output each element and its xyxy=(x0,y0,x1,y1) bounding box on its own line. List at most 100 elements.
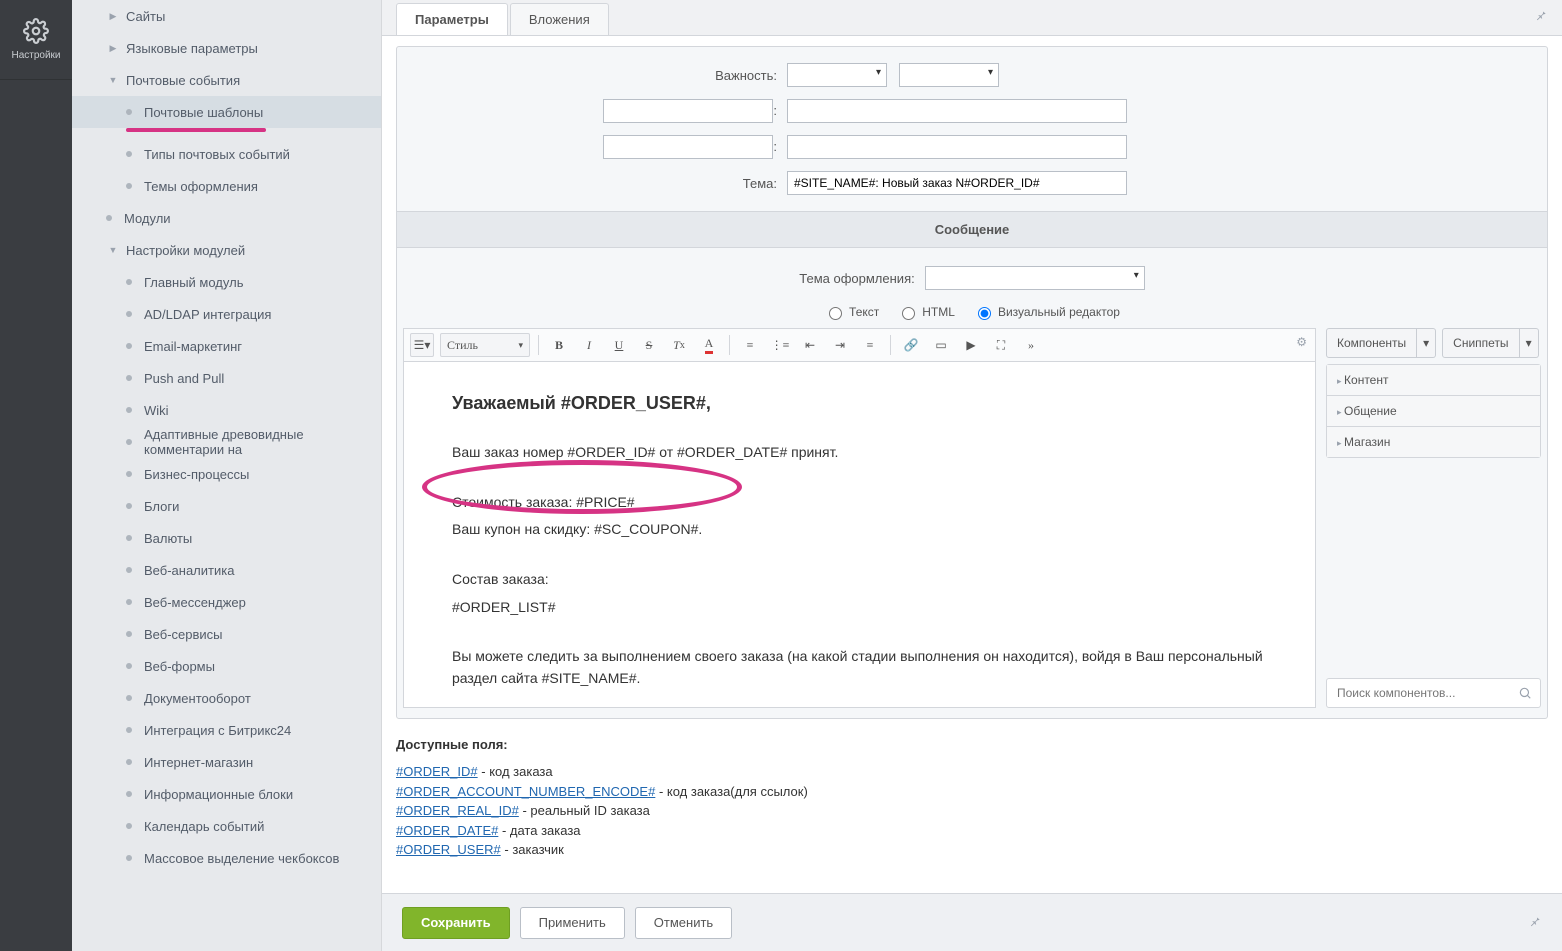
label-subject: Тема: xyxy=(397,176,777,191)
available-fields: Доступные поля: #ORDER_ID# - код заказа#… xyxy=(396,737,1548,860)
sidebar-item-module-11[interactable]: Веб-сервисы xyxy=(72,618,381,650)
snippets-button[interactable]: Сниппеты xyxy=(1442,328,1519,358)
snippets-dropdown[interactable]: ▾ xyxy=(1520,328,1539,358)
unordered-list-icon[interactable]: ⋮≡ xyxy=(768,333,792,357)
fullscreen-icon[interactable]: ⛶ xyxy=(989,333,1013,357)
italic-icon[interactable]: I xyxy=(577,333,601,357)
label-importance: Важность: xyxy=(397,68,777,83)
cancel-button[interactable]: Отменить xyxy=(635,907,732,939)
bold-icon[interactable]: B xyxy=(547,333,571,357)
more-icon[interactable]: » xyxy=(1019,333,1043,357)
input-field-2-value[interactable] xyxy=(787,135,1127,159)
label-theme: Тема оформления: xyxy=(799,271,914,286)
section-message: Сообщение xyxy=(397,211,1547,248)
tab-params[interactable]: Параметры xyxy=(396,3,508,35)
video-icon[interactable]: ▶ xyxy=(959,333,983,357)
sidebar-item-module-18[interactable]: Массовое выделение чекбоксов xyxy=(72,842,381,874)
sidebar-item-module-0[interactable]: Главный модуль xyxy=(72,266,381,298)
text-color-icon[interactable]: A xyxy=(697,333,721,357)
components-panel: Компоненты▾ Сниппеты▾ КонтентОбщениеМага… xyxy=(1326,328,1541,708)
sidebar-item-module-12[interactable]: Веб-формы xyxy=(72,650,381,682)
sidebar-item-module-17[interactable]: Календарь событий xyxy=(72,810,381,842)
main-area: Параметры Вложения Важность: : xyxy=(382,0,1562,951)
sidebar-item-mail-events[interactable]: ▼Почтовые события xyxy=(72,64,381,96)
select-theme[interactable] xyxy=(925,266,1145,290)
sidebar-item-module-9[interactable]: Веб-аналитика xyxy=(72,554,381,586)
sidebar-item-sites[interactable]: ▶Сайты xyxy=(72,0,381,32)
field-row: #ORDER_USER# - заказчик xyxy=(396,840,1548,860)
acc-item-2[interactable]: Магазин xyxy=(1327,427,1540,457)
search-icon xyxy=(1518,686,1532,700)
field-row: #ORDER_REAL_ID# - реальный ID заказа xyxy=(396,801,1548,821)
radio-text[interactable]: Текст xyxy=(824,304,879,320)
editor-mode-icon[interactable]: ☰▾ xyxy=(410,333,434,357)
tab-attachments[interactable]: Вложения xyxy=(510,3,609,35)
image-icon[interactable]: ▭ xyxy=(929,333,953,357)
input-subject[interactable] xyxy=(787,171,1127,195)
component-search-input[interactable] xyxy=(1335,685,1518,701)
footer-pin-icon[interactable] xyxy=(1528,914,1542,931)
editor-style-dropdown[interactable]: Стиль▾ xyxy=(440,333,530,357)
field-code-link[interactable]: #ORDER_ACCOUNT_NUMBER_ENCODE# xyxy=(396,784,655,799)
underline-icon[interactable]: U xyxy=(607,333,631,357)
field-code-link[interactable]: #ORDER_USER# xyxy=(396,842,501,857)
sidebar-item-module-4[interactable]: Wiki xyxy=(72,394,381,426)
component-search[interactable] xyxy=(1326,678,1541,708)
sidebar-item-mail-event-types[interactable]: Типы почтовых событий xyxy=(72,138,381,170)
sidebar-item-module-10[interactable]: Веб-мессенджер xyxy=(72,586,381,618)
sidebar-item-module-8[interactable]: Валюты xyxy=(72,522,381,554)
action-footer: Сохранить Применить Отменить xyxy=(382,893,1562,951)
sidebar-item-themes[interactable]: Темы оформления xyxy=(72,170,381,202)
field-row: #ORDER_ID# - код заказа xyxy=(396,762,1548,782)
save-button[interactable]: Сохранить xyxy=(402,907,510,939)
settings-nav: ▶Сайты ▶Языковые параметры ▼Почтовые соб… xyxy=(72,0,382,951)
pin-icon[interactable] xyxy=(1534,8,1548,25)
input-field-2-name[interactable] xyxy=(603,135,773,159)
ordered-list-icon[interactable]: ≡ xyxy=(738,333,762,357)
sidebar-item-module-16[interactable]: Информационные блоки xyxy=(72,778,381,810)
link-icon[interactable]: 🔗 xyxy=(899,333,923,357)
outdent-icon[interactable]: ⇤ xyxy=(798,333,822,357)
gear-icon xyxy=(23,18,49,44)
rail-settings[interactable]: Настройки xyxy=(0,0,72,80)
sidebar-item-module-3[interactable]: Push and Pull xyxy=(72,362,381,394)
field-code-link[interactable]: #ORDER_ID# xyxy=(396,764,478,779)
select-importance-2[interactable] xyxy=(899,63,999,87)
clear-format-icon[interactable]: Tx xyxy=(667,333,691,357)
sidebar-item-module-13[interactable]: Документооборот xyxy=(72,682,381,714)
sidebar-item-modules[interactable]: Модули xyxy=(72,202,381,234)
apply-button[interactable]: Применить xyxy=(520,907,625,939)
components-button[interactable]: Компоненты xyxy=(1326,328,1417,358)
editor-body[interactable]: Уважаемый #ORDER_USER#, Ваш заказ номер … xyxy=(404,362,1315,707)
radio-visual[interactable]: Визуальный редактор xyxy=(973,304,1120,320)
sidebar-item-module-5[interactable]: Адаптивные древовидные комментарии на xyxy=(72,426,381,458)
sidebar-item-module-15[interactable]: Интернет-магазин xyxy=(72,746,381,778)
input-field-1-value[interactable] xyxy=(787,99,1127,123)
field-row: #ORDER_ACCOUNT_NUMBER_ENCODE# - код зака… xyxy=(396,782,1548,802)
acc-item-1[interactable]: Общение xyxy=(1327,396,1540,427)
acc-item-0[interactable]: Контент xyxy=(1327,365,1540,396)
sidebar-item-module-settings[interactable]: ▼Настройки модулей xyxy=(72,234,381,266)
sidebar-item-module-6[interactable]: Бизнес-процессы xyxy=(72,458,381,490)
select-importance-1[interactable] xyxy=(787,63,887,87)
sidebar-item-mail-templates[interactable]: Почтовые шаблоны xyxy=(72,96,381,128)
body-greeting: Уважаемый #ORDER_USER#, xyxy=(452,390,1267,418)
components-accordion: КонтентОбщениеМагазин xyxy=(1326,364,1541,458)
field-code-link[interactable]: #ORDER_DATE# xyxy=(396,823,498,838)
sidebar-item-lang-params[interactable]: ▶Языковые параметры xyxy=(72,32,381,64)
align-icon[interactable]: ≡ xyxy=(858,333,882,357)
fields-title: Доступные поля: xyxy=(396,737,1548,752)
components-dropdown[interactable]: ▾ xyxy=(1417,328,1436,358)
radio-html[interactable]: HTML xyxy=(897,304,955,320)
input-field-1-name[interactable] xyxy=(603,99,773,123)
body-type-radios: Текст HTML Визуальный редактор xyxy=(397,296,1547,324)
editor-settings-icon[interactable]: ⚙ xyxy=(1296,335,1307,349)
sidebar-item-module-14[interactable]: Интеграция с Битрикс24 xyxy=(72,714,381,746)
sidebar-item-module-7[interactable]: Блоги xyxy=(72,490,381,522)
strike-icon[interactable]: S xyxy=(637,333,661,357)
indent-icon[interactable]: ⇥ xyxy=(828,333,852,357)
field-code-link[interactable]: #ORDER_REAL_ID# xyxy=(396,803,519,818)
sidebar-item-module-2[interactable]: Email-маркетинг xyxy=(72,330,381,362)
sidebar-item-module-1[interactable]: AD/LDAP интеграция xyxy=(72,298,381,330)
form-card: Важность: : : Те xyxy=(396,46,1548,719)
